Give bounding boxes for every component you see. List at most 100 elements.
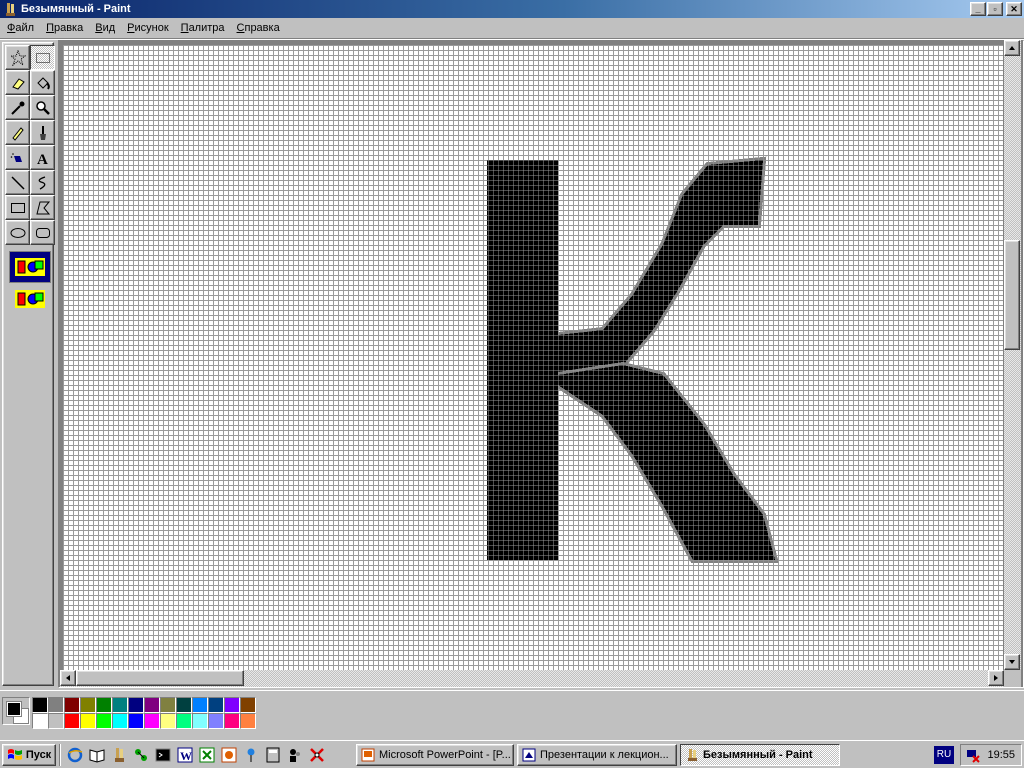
palette-swatch[interactable]: [144, 713, 160, 729]
palette-swatch[interactable]: [224, 697, 240, 713]
free-select-tool[interactable]: [5, 45, 30, 70]
scroll-left-button[interactable]: [60, 670, 76, 686]
rectangle-tool[interactable]: [5, 195, 30, 220]
magnifier-icon: [35, 100, 50, 115]
rect-select-tool[interactable]: [30, 45, 55, 70]
palette-swatch[interactable]: [32, 697, 48, 713]
current-colors[interactable]: [2, 697, 30, 725]
quicklaunch-network[interactable]: [130, 744, 152, 766]
minimize-button[interactable]: _: [970, 2, 986, 16]
shapes-transparent-icon: [15, 290, 45, 308]
foreground-color: [6, 701, 22, 717]
clock[interactable]: 19:55: [987, 749, 1015, 761]
palette-swatch[interactable]: [48, 713, 64, 729]
quicklaunch-word[interactable]: W: [174, 744, 196, 766]
palette-swatch[interactable]: [96, 697, 112, 713]
airbrush-tool[interactable]: [5, 145, 30, 170]
palette-swatch[interactable]: [160, 713, 176, 729]
transparent-selection-option[interactable]: [9, 283, 51, 315]
quicklaunch-access[interactable]: [240, 744, 262, 766]
quicklaunch-ie[interactable]: [64, 744, 86, 766]
horizontal-scroll-thumb[interactable]: [76, 670, 244, 686]
palette-swatch[interactable]: [112, 713, 128, 729]
eraser-tool[interactable]: [5, 70, 30, 95]
quicklaunch-tool2[interactable]: [284, 744, 306, 766]
color-picker-tool[interactable]: [5, 95, 30, 120]
task-presentation[interactable]: Презентации к лекцион...: [517, 743, 677, 766]
book-icon: [89, 748, 105, 763]
word-icon: W: [177, 747, 193, 763]
palette-swatch[interactable]: [112, 697, 128, 713]
menu-edit-label: равка: [53, 22, 84, 34]
palette-swatch[interactable]: [240, 713, 256, 729]
palette-swatch[interactable]: [144, 697, 160, 713]
palette-swatch[interactable]: [224, 713, 240, 729]
powerpoint-task-icon: [361, 748, 375, 761]
scroll-corner: [1004, 670, 1021, 687]
text-tool[interactable]: A: [30, 145, 55, 170]
palette-swatch[interactable]: [208, 713, 224, 729]
quicklaunch-tool1[interactable]: [262, 744, 284, 766]
scroll-up-button[interactable]: [1004, 40, 1020, 56]
task-paint-label: Безымянный - Paint: [703, 748, 813, 761]
rounded-rect-icon: [35, 227, 50, 238]
language-indicator[interactable]: RU: [934, 745, 954, 764]
menu-image-accel: Р: [127, 22, 135, 34]
vertical-scroll-thumb[interactable]: [1004, 240, 1020, 350]
start-button[interactable]: Пуск: [2, 743, 56, 766]
menu-view[interactable]: Вид: [89, 19, 121, 37]
palette-swatch[interactable]: [176, 713, 192, 729]
menu-edit[interactable]: Правка: [40, 19, 89, 37]
menu-file[interactable]: Файл: [1, 19, 40, 37]
palette-swatch[interactable]: [64, 713, 80, 729]
vertical-scrollbar[interactable]: [1004, 40, 1021, 670]
quicklaunch-cmd[interactable]: [152, 744, 174, 766]
eraser-icon: [11, 77, 25, 90]
tray-network-icon[interactable]: [965, 747, 981, 763]
palette-swatch[interactable]: [80, 713, 96, 729]
polygon-tool[interactable]: [30, 195, 55, 220]
rounded-rect-tool[interactable]: [30, 220, 55, 245]
palette-swatch[interactable]: [192, 697, 208, 713]
pencil-tool[interactable]: [5, 120, 30, 145]
palette-swatch[interactable]: [80, 697, 96, 713]
scroll-down-button[interactable]: [1004, 654, 1020, 670]
palette-swatch[interactable]: [160, 697, 176, 713]
palette-swatch[interactable]: [64, 697, 80, 713]
quicklaunch-book[interactable]: [86, 744, 108, 766]
task-paint[interactable]: Безымянный - Paint: [680, 743, 840, 766]
menu-help[interactable]: Справка: [231, 19, 286, 37]
window-title: Безымянный - Paint: [21, 3, 131, 15]
palette-swatch[interactable]: [48, 697, 64, 713]
menu-colors[interactable]: Палитра: [175, 19, 231, 37]
palette-swatch[interactable]: [192, 713, 208, 729]
palette-swatch[interactable]: [176, 697, 192, 713]
maximize-button[interactable]: ▫: [987, 2, 1003, 16]
paint-app-icon: [6, 3, 15, 16]
opaque-selection-option[interactable]: [9, 251, 51, 283]
brush-tool[interactable]: [30, 120, 55, 145]
fill-tool[interactable]: [30, 70, 55, 95]
quicklaunch-paint[interactable]: [108, 744, 130, 766]
palette-swatch[interactable]: [128, 713, 144, 729]
close-button[interactable]: ✕: [1006, 2, 1022, 16]
palette-swatch[interactable]: [32, 713, 48, 729]
internet-explorer-icon: [67, 747, 83, 762]
quicklaunch-excel[interactable]: [196, 744, 218, 766]
drawing-canvas[interactable]: [63, 45, 1003, 670]
menu-image[interactable]: Рисунок: [121, 19, 175, 37]
horizontal-scrollbar[interactable]: [60, 670, 1004, 687]
title-bar[interactable]: Безымянный - Paint _ ▫ ✕: [0, 0, 1024, 18]
magnifier-tool[interactable]: [30, 95, 55, 120]
palette-swatch[interactable]: [208, 697, 224, 713]
quicklaunch-powerpoint[interactable]: [218, 744, 240, 766]
ellipse-tool[interactable]: [5, 220, 30, 245]
task-powerpoint[interactable]: Microsoft PowerPoint - [P...: [356, 743, 514, 766]
palette-swatch[interactable]: [240, 697, 256, 713]
quicklaunch-tool3[interactable]: [306, 744, 328, 766]
palette-swatch[interactable]: [128, 697, 144, 713]
curve-tool[interactable]: [30, 170, 55, 195]
palette-swatch[interactable]: [96, 713, 112, 729]
line-tool[interactable]: [5, 170, 30, 195]
scroll-right-button[interactable]: [988, 670, 1004, 686]
